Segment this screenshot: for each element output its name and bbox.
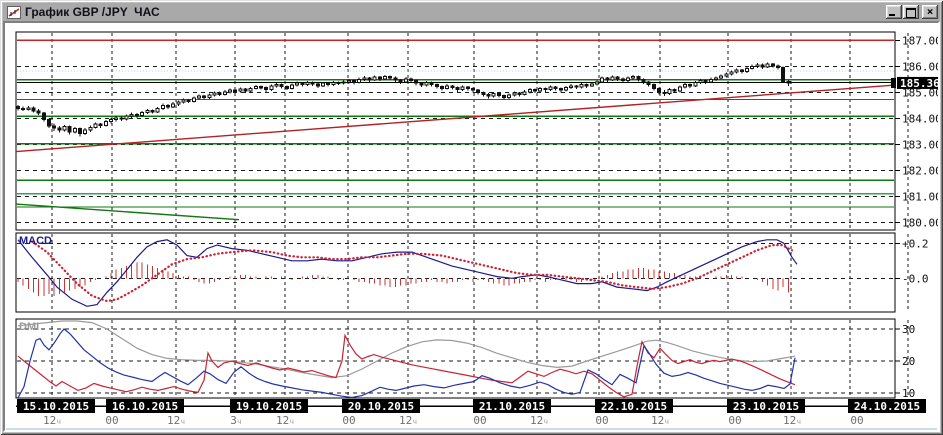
- chart-canvas[interactable]: MACDDMI187.00186.00185.00184.00183.00182…: [5, 23, 938, 430]
- bottom-strip: [6, 428, 937, 430]
- price-pane[interactable]: [15, 31, 896, 231]
- macd-axis-label: +0.2: [902, 237, 929, 250]
- dmi-pane[interactable]: [15, 318, 896, 399]
- time-label: 00: [105, 414, 118, 427]
- price-axis-label: 186.00: [902, 60, 938, 73]
- time-label: 00: [342, 414, 355, 427]
- date-label: 22.10.2015: [601, 400, 667, 413]
- time-label: 00: [595, 414, 608, 427]
- dmi-axis-label: 10: [902, 387, 915, 400]
- price-axis-label: 187.00: [902, 34, 938, 47]
- window-title: График GBP /JPY ЧАС: [25, 5, 160, 19]
- date-label: 23.10.2015: [733, 400, 799, 413]
- date-label: 24.10.2015: [854, 400, 920, 413]
- date-label: 19.10.2015: [236, 400, 302, 413]
- dmi-axis-label: 30: [902, 323, 915, 336]
- price-axis-label: 184.00: [902, 112, 938, 125]
- price-axis-label: 180.00: [902, 216, 938, 229]
- current-price-label: 185.36: [900, 77, 938, 90]
- time-label: 00: [728, 414, 741, 427]
- macd-axis-label: -0.0: [902, 272, 929, 285]
- date-label: 20.10.2015: [348, 400, 414, 413]
- dmi-axis-label: 20: [902, 355, 915, 368]
- date-label: 15.10.2015: [23, 400, 89, 413]
- close-button[interactable]: ×: [922, 5, 938, 19]
- maximize-button[interactable]: [903, 5, 919, 19]
- macd-pane[interactable]: [15, 232, 896, 313]
- time-label: 00: [850, 414, 863, 427]
- maximize-icon: [906, 8, 916, 18]
- chart-area: MACD DMI 187.00 186.00 185.00 184.00 183.00 182…: [3, 21, 940, 432]
- minimize-button[interactable]: [886, 5, 902, 19]
- date-label: 21.10.2015: [479, 400, 545, 413]
- price-axis-label: 183.00: [902, 138, 938, 151]
- minimize-icon: [889, 14, 895, 16]
- date-label: 16.10.2015: [112, 400, 178, 413]
- dmi-label: DMI: [19, 321, 39, 333]
- chart-window: График GBP /JPY ЧАС × MACD DMI 187.00 186.0…: [0, 0, 943, 435]
- window-controls: ×: [885, 5, 938, 19]
- price-axis-label: 182.00: [902, 164, 938, 177]
- title-bar[interactable]: График GBP /JPY ЧАС ×: [3, 3, 940, 21]
- close-icon: ×: [926, 5, 934, 18]
- price-axis-label: 181.00: [902, 190, 938, 203]
- chart-icon[interactable]: [7, 5, 21, 19]
- macd-label: MACD: [19, 235, 52, 247]
- time-label: 00: [473, 414, 486, 427]
